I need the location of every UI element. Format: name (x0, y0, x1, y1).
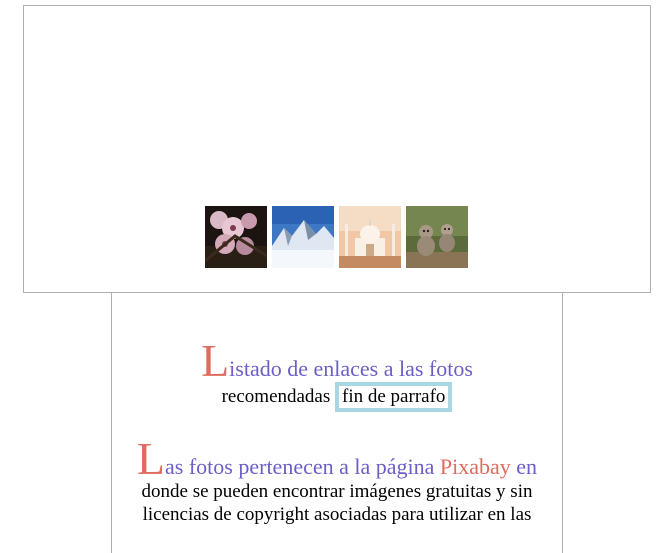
paragraph-source: Las fotos pertenecen a la página Pixabay… (112, 436, 562, 526)
pixabay-link[interactable]: Pixabay (440, 454, 511, 479)
drop-initial: L (136, 433, 166, 484)
monkeys-image (406, 206, 468, 268)
snowy-mountain-image (272, 206, 334, 268)
thumbnail-mountains[interactable] (272, 206, 334, 268)
thumbnail-flowers[interactable] (205, 206, 267, 268)
thumbnail-taj-mahal[interactable] (339, 206, 401, 268)
gallery-panel (23, 5, 651, 293)
taj-mahal-image (339, 206, 401, 268)
end-of-paragraph-marker: fin de parrafo (335, 382, 453, 412)
lead-text: istado de enlaces a las fotos (229, 356, 473, 381)
thumbnail-strip (205, 206, 468, 268)
body-text: donde se pueden encontrar imágenes gratu… (141, 481, 533, 502)
lead-text: as fotos pertenecen a la página (165, 454, 440, 479)
lead-text-end: en (510, 454, 538, 479)
drop-initial: L (201, 335, 230, 386)
paragraph-lead: Listado de enlaces a las fotos (201, 338, 473, 384)
body-text: licencias de copyright asociadas para ut… (142, 504, 532, 525)
paragraph-links: Listado de enlaces a las fotos recomenda… (112, 338, 562, 412)
cherry-blossom-image (205, 206, 267, 268)
body-text: recomendadas (221, 386, 331, 407)
text-panel: Listado de enlaces a las fotos recomenda… (111, 292, 563, 553)
paragraph-lead: Las fotos pertenecen a la página Pixabay… (137, 436, 538, 482)
thumbnail-monkeys[interactable] (406, 206, 468, 268)
